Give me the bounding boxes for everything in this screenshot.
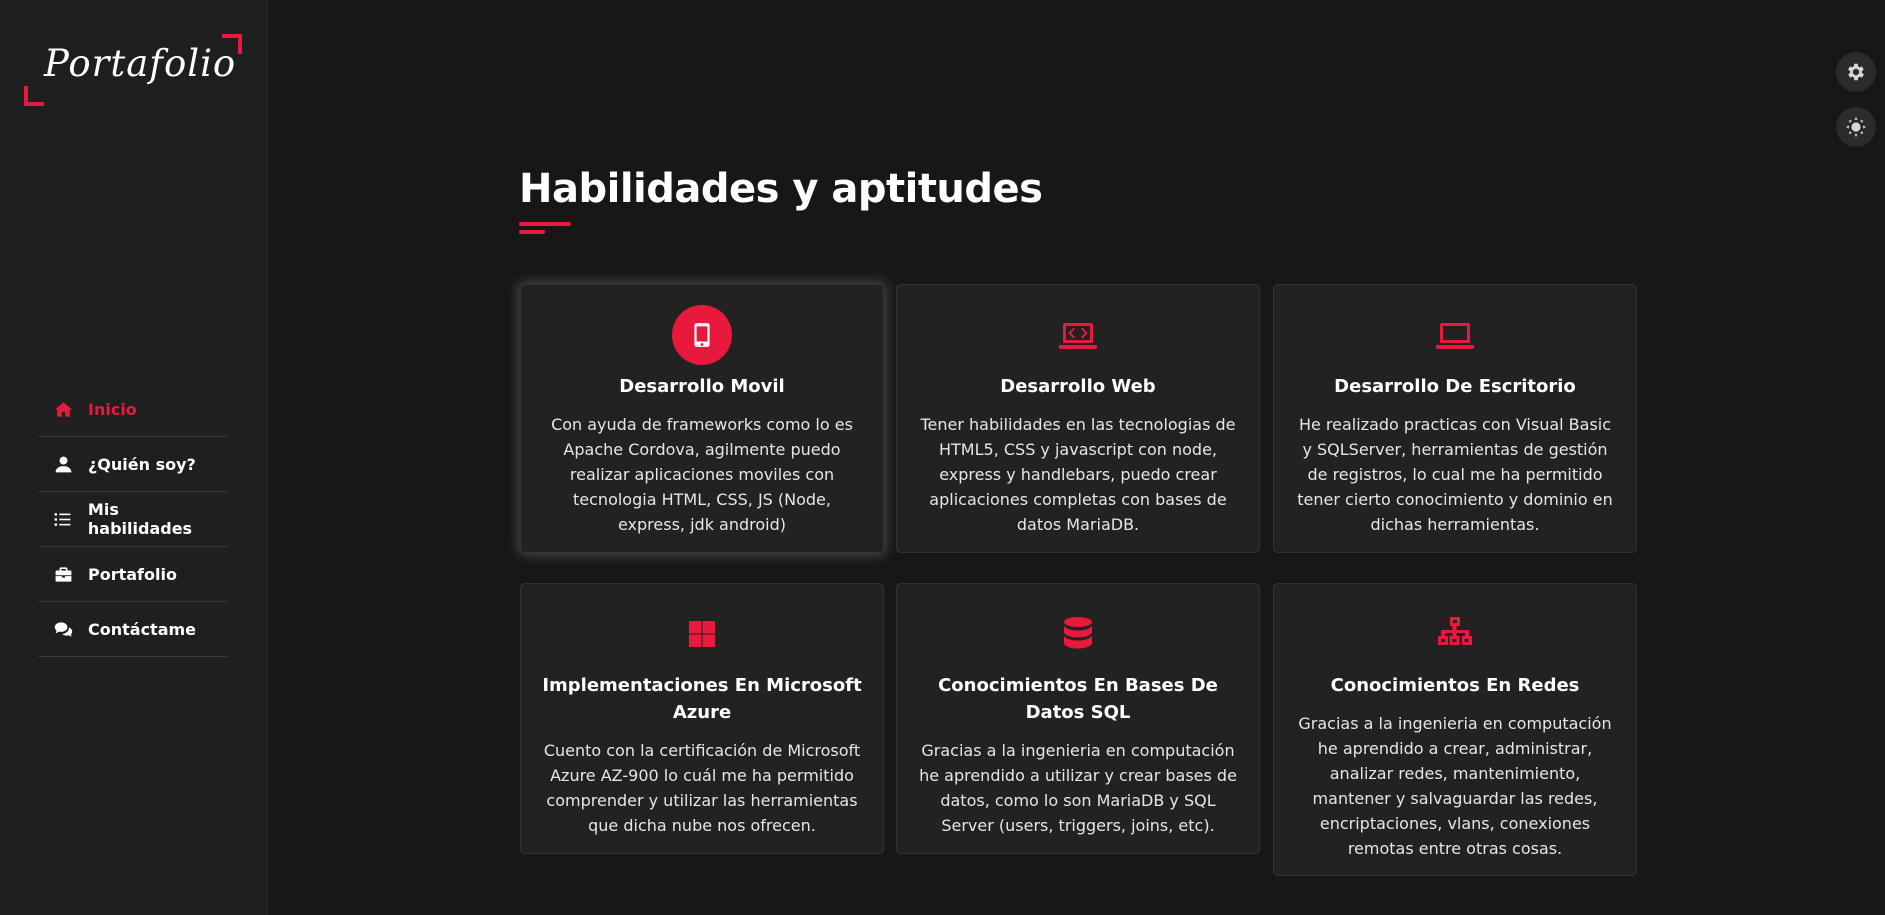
skill-card-web[interactable]: Desarrollo Web Tener habilidades en las … xyxy=(896,284,1260,553)
card-title: Implementaciones En Microsoft Azure xyxy=(542,675,862,723)
nav-item-label: Contáctame xyxy=(88,619,197,639)
card-desc: Cuento con la certificación de Microsoft… xyxy=(543,741,861,835)
card-title: Conocimientos En Bases De Datos SQL xyxy=(938,675,1218,723)
briefcase-icon xyxy=(52,564,74,584)
skill-card-desktop[interactable]: Desarrollo De Escritorio He realizado pr… xyxy=(1273,284,1637,553)
card-desc: Con ayuda de frameworks como lo es Apach… xyxy=(551,415,853,534)
list-icon xyxy=(52,509,74,529)
nav-item-quien-soy[interactable]: ¿Quién soy? xyxy=(38,437,228,492)
sidebar: Portafolio Inicio ¿Quién soy? Mis habili… xyxy=(0,0,268,915)
nav-item-label: ¿Quién soy? xyxy=(88,454,196,474)
page-title: Habilidades y aptitudes xyxy=(519,166,1043,212)
nav-item-mis-habilidades[interactable]: Mis habilidades xyxy=(38,492,228,547)
sun-icon xyxy=(1845,116,1867,138)
card-title: Conocimientos En Redes xyxy=(1330,675,1580,696)
skill-card-networks[interactable]: Conocimientos En Redes Gracias a la inge… xyxy=(1273,583,1637,876)
card-desc: He realizado practicas con Visual Basic … xyxy=(1297,415,1613,534)
card-title: Desarrollo De Escritorio xyxy=(1334,376,1576,397)
card-desc: Gracias a la ingenieria en computación h… xyxy=(1298,714,1612,858)
gear-icon xyxy=(1848,63,1864,81)
windows-icon xyxy=(672,604,732,664)
laptop-icon xyxy=(1425,305,1485,365)
logo-text: Portafolio xyxy=(44,42,237,85)
skill-card-azure[interactable]: Implementaciones En Microsoft Azure Cuen… xyxy=(520,583,884,854)
nav-item-inicio[interactable]: Inicio xyxy=(38,382,228,437)
theme-toggle-button[interactable] xyxy=(1836,107,1876,147)
logo-corner-bottom-left xyxy=(24,86,44,106)
mobile-icon xyxy=(672,305,732,365)
settings-gear-button[interactable] xyxy=(1836,52,1876,92)
comments-icon xyxy=(52,619,74,639)
network-icon xyxy=(1425,604,1485,664)
title-underline xyxy=(519,222,571,234)
sidebar-nav: Inicio ¿Quién soy? Mis habilidades Porta… xyxy=(38,382,228,657)
database-icon xyxy=(1048,604,1108,664)
card-title: Desarrollo Web xyxy=(1000,376,1156,397)
nav-item-portafolio[interactable]: Portafolio xyxy=(38,547,228,602)
laptop-code-icon xyxy=(1048,305,1108,365)
nav-item-label: Mis habilidades xyxy=(87,500,193,538)
logo[interactable]: Portafolio xyxy=(24,34,242,106)
skill-card-mobile[interactable]: Desarrollo Movil Con ayuda de frameworks… xyxy=(520,284,884,553)
home-icon xyxy=(52,399,74,419)
user-icon xyxy=(52,454,74,474)
nav-item-label: Inicio xyxy=(88,399,137,419)
card-desc: Gracias a la ingenieria en computación h… xyxy=(919,741,1237,835)
nav-item-contactame[interactable]: Contáctame xyxy=(38,602,228,657)
nav-item-label: Portafolio xyxy=(88,564,177,584)
skill-card-databases[interactable]: Conocimientos En Bases De Datos SQL Grac… xyxy=(896,583,1260,854)
card-title: Desarrollo Movil xyxy=(619,376,785,397)
card-desc: Tener habilidades en las tecnologias de … xyxy=(920,415,1236,534)
